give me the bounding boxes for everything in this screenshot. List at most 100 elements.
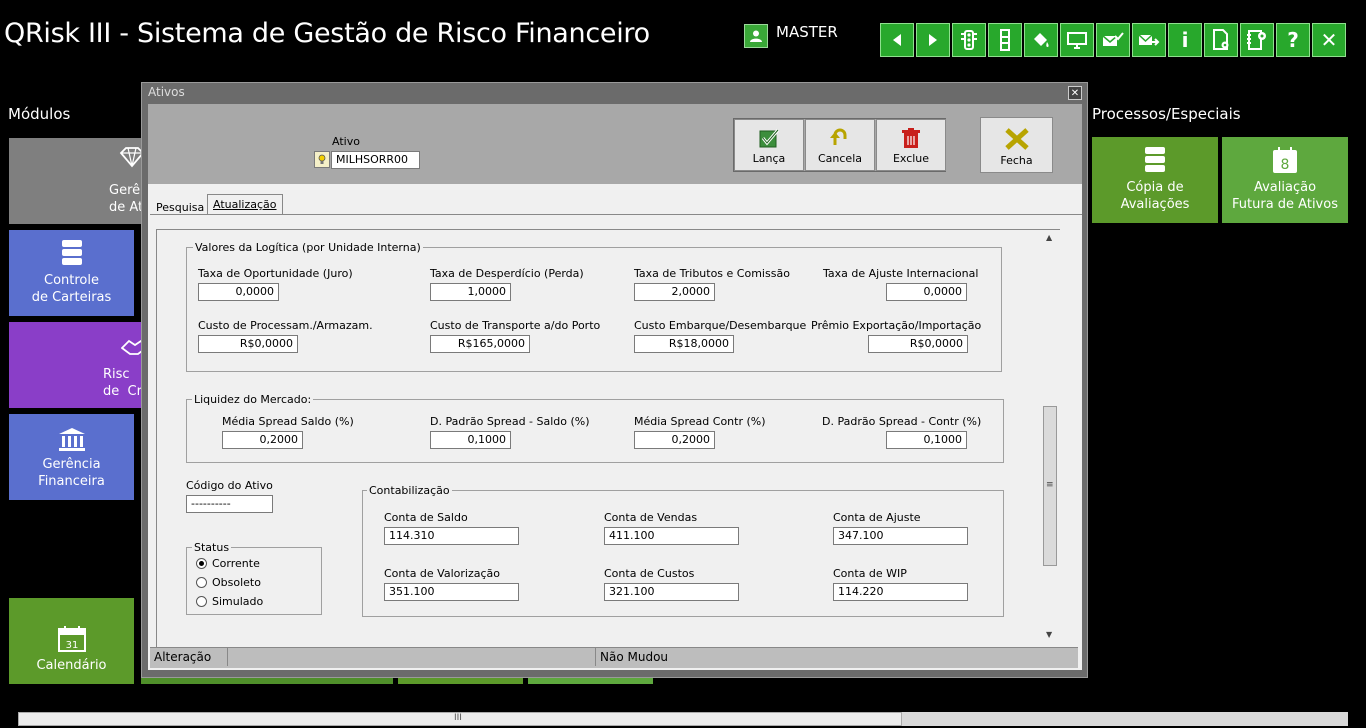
tab-divider (150, 214, 1082, 215)
document-settings-icon (1213, 29, 1229, 50)
bank-icon (58, 428, 85, 451)
scroll-grip-icon: III (454, 713, 462, 723)
mail-forward-button[interactable] (1132, 23, 1166, 57)
liquidez-group (186, 399, 1004, 463)
tile-gerencia-ativos[interactable]: Gerê de At (9, 138, 147, 224)
traffic-light-vertical-icon (1000, 29, 1010, 51)
lanca-label: Lança (752, 152, 786, 165)
exclue-button[interactable]: Exclue (876, 119, 946, 171)
tab-atualizacao[interactable]: Atualização (207, 194, 283, 215)
book-settings-button[interactable] (1240, 23, 1274, 57)
mail-check-icon (1102, 32, 1124, 46)
status-obsoleto-radio[interactable] (196, 577, 207, 588)
status-bar-message (228, 648, 596, 666)
status-bar-state: Não Mudou (600, 650, 669, 664)
taxa-tributos-input[interactable]: 2,0000 (634, 283, 715, 301)
taxa-oportunidade-label: Taxa de Oportunidade (Juro) (198, 267, 353, 280)
codigo-ativo-input[interactable]: ---------- (186, 495, 273, 513)
dpadrao-spread-saldo-input[interactable]: 0,1000 (430, 431, 511, 449)
ativo-input[interactable]: MILHSORR00 (331, 151, 420, 169)
svg-text:31: 31 (65, 640, 78, 651)
processes-label: Processos/Especiais (1092, 105, 1241, 123)
forward-button[interactable] (916, 23, 950, 57)
scroll-down-icon[interactable]: ▼ (1046, 630, 1052, 639)
close-icon: ✕ (1320, 28, 1338, 52)
tile-risco-credito-label: Risc de Cr (103, 367, 142, 399)
tile-controle-carteiras[interactable]: Controle de Carteiras (9, 230, 134, 316)
taxa-oportunidade-input[interactable]: 0,0000 (198, 283, 279, 301)
info-button[interactable]: i (1168, 23, 1202, 57)
close-app-button[interactable]: ✕ (1312, 23, 1346, 57)
media-spread-contr-label: Média Spread Contr (%) (634, 415, 766, 428)
paint-bucket-icon (1034, 33, 1049, 47)
user-name: MASTER (776, 23, 838, 41)
scroll-up-icon[interactable]: ▲ (1046, 233, 1052, 242)
user-icon (744, 24, 768, 48)
tile-gerencia-financeira[interactable]: Gerência Financeira (9, 414, 134, 500)
status-corrente-radio[interactable] (196, 558, 207, 569)
book-settings-icon (1247, 30, 1266, 50)
paint-bucket-button[interactable] (1024, 23, 1058, 57)
taxa-ajuste-input[interactable]: 0,0000 (886, 283, 967, 301)
custo-processam-input[interactable]: R$0,0000 (198, 335, 298, 353)
custo-embarque-label: Custo Embarque/Desembarque (634, 319, 807, 332)
help-button[interactable]: ? (1276, 23, 1310, 57)
tile-copia-avaliacoes[interactable]: Cópia de Avaliações (1092, 137, 1218, 223)
conta-custos-input[interactable]: 321.100 (604, 583, 739, 601)
tile-risco-credito[interactable]: Risc de Cr (9, 322, 147, 408)
fecha-button[interactable]: Fecha (980, 117, 1053, 173)
tile-calendario[interactable]: 31 Calendário (9, 598, 134, 684)
monitor-button[interactable] (1060, 23, 1094, 57)
conta-valorizacao-input[interactable]: 351.100 (384, 583, 519, 601)
lightbulb-icon (318, 154, 326, 164)
server-stack-icon (1145, 147, 1165, 172)
custo-transporte-label: Custo de Transporte a/do Porto (430, 319, 601, 332)
traffic-light-button[interactable] (952, 23, 986, 57)
conta-saldo-input[interactable]: 114.310 (384, 527, 519, 545)
back-button[interactable] (880, 23, 914, 57)
premio-exportacao-input[interactable]: R$0,0000 (868, 335, 968, 353)
lanca-button[interactable]: Lança (734, 119, 804, 171)
tile-copia-avaliacoes-label: Cópia de Avaliações (1120, 180, 1190, 212)
dpadrao-spread-contr-input[interactable]: 0,1000 (886, 431, 967, 449)
conta-wip-label: Conta de WIP (833, 567, 907, 580)
dialog-close-button[interactable]: ✕ (1068, 86, 1082, 100)
conta-valorizacao-label: Conta de Valorização (384, 567, 500, 580)
custo-processam-label: Custo de Processam./Armazam. (198, 319, 373, 332)
media-spread-saldo-input[interactable]: 0,2000 (222, 431, 303, 449)
conta-ajuste-label: Conta de Ajuste (833, 511, 921, 524)
tile-controle-carteiras-label: Controle de Carteiras (31, 273, 112, 305)
status-bar-mode: Alteração (150, 648, 228, 666)
app-title: QRisk III - Sistema de Gestão de Risco F… (4, 18, 650, 49)
status-corrente-label: Corrente (212, 557, 260, 570)
fecha-label: Fecha (1000, 154, 1033, 167)
mail-check-button[interactable] (1096, 23, 1130, 57)
status-simulado-radio[interactable] (196, 596, 207, 607)
arrow-left-icon (893, 34, 901, 46)
conta-wip-input[interactable]: 114.220 (833, 583, 968, 601)
tile-avaliacao-futura[interactable]: 8 Avaliação Futura de Ativos (1222, 137, 1348, 223)
tile-gerencia-ativos-label: Gerê de At (109, 183, 144, 215)
dialog-title: Ativos (148, 85, 185, 99)
cancela-button[interactable]: Cancela (805, 119, 875, 171)
traffic-light-icon (961, 30, 977, 50)
arrow-right-icon (929, 34, 937, 46)
conta-custos-label: Conta de Custos (604, 567, 695, 580)
custo-embarque-input[interactable]: R$18,0000 (634, 335, 734, 353)
media-spread-saldo-label: Média Spread Saldo (%) (222, 415, 354, 428)
conta-vendas-input[interactable]: 411.100 (604, 527, 739, 545)
custo-transporte-input[interactable]: R$165,0000 (430, 335, 530, 353)
check-box-icon (759, 129, 780, 148)
premio-exportacao-label: Prêmio Exportação/Importação (811, 319, 982, 332)
lookup-button[interactable] (314, 151, 330, 168)
close-x-icon (1004, 128, 1029, 150)
conta-ajuste-input[interactable]: 347.100 (833, 527, 968, 545)
document-settings-button[interactable] (1204, 23, 1238, 57)
traffic-light-vertical-button[interactable] (988, 23, 1022, 57)
undo-icon (830, 128, 847, 145)
tab-pesquisa[interactable]: Pesquisa (151, 198, 209, 218)
media-spread-contr-input[interactable]: 0,2000 (634, 431, 715, 449)
modules-label: Módulos (8, 105, 71, 123)
exclue-label: Exclue (892, 152, 930, 165)
taxa-desperdicio-input[interactable]: 1,0000 (430, 283, 511, 301)
